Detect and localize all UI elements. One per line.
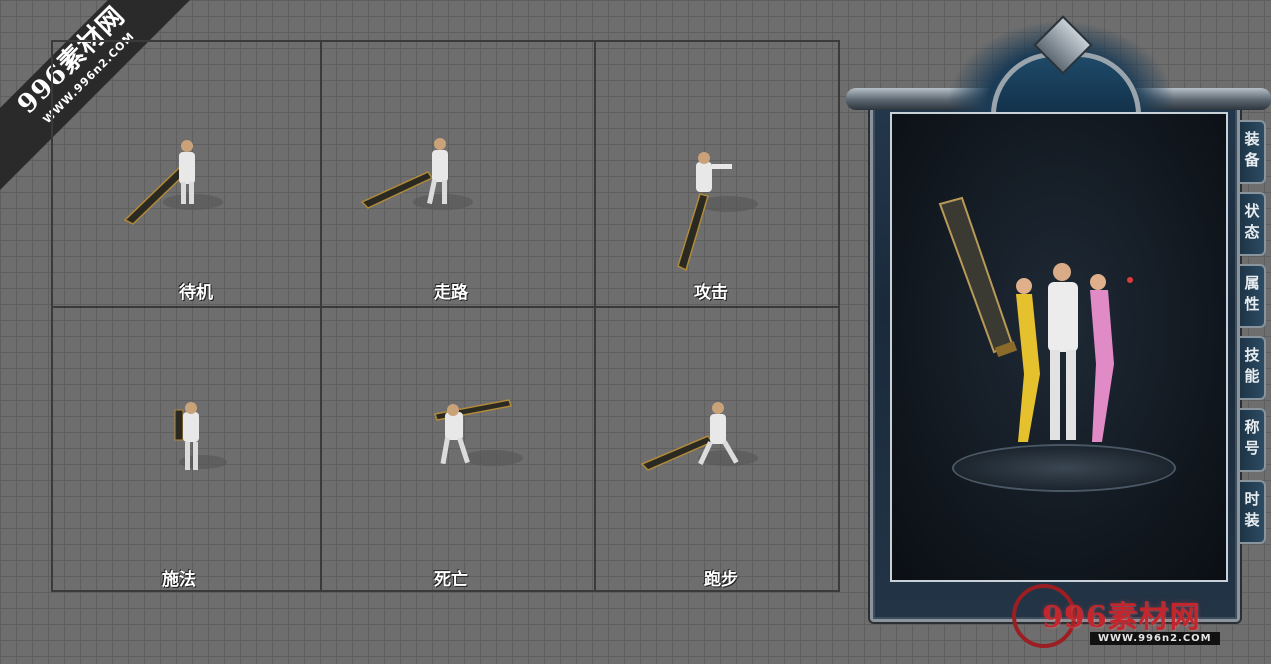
grid-divider (320, 42, 322, 590)
cell-label: 走路 (434, 283, 468, 303)
cell-label: 死亡 (434, 570, 468, 590)
grid-divider (594, 42, 596, 590)
attack-sprite (677, 152, 758, 272)
run-sprite (640, 402, 758, 471)
idle-sprite (123, 140, 223, 225)
tab-fashion[interactable]: 时装 (1240, 480, 1266, 544)
cell-label: 施法 (162, 570, 196, 590)
character-model (938, 196, 1133, 442)
watermark-logo: 996素材网 WWW.996n2.COM (1012, 584, 1220, 664)
cell-label: 攻击 (694, 283, 728, 303)
character-viewport: 996素材网 WWW.996n2.COM (890, 112, 1228, 648)
tab-skills[interactable]: 技能 (1240, 336, 1266, 400)
death-sprite (434, 399, 523, 466)
tab-titles[interactable]: 称号 (1240, 408, 1266, 472)
logo-text: 996素材网 (1042, 600, 1201, 635)
logo-url: WWW.996n2.COM (1090, 632, 1220, 645)
character-panel: 996素材网 WWW.996n2.COM 装备 状态 属性 技能 称号 时装 (846, 15, 1271, 648)
cast-sprite (174, 402, 227, 470)
cell-label: 待机 (179, 283, 213, 303)
walk-sprite (360, 138, 473, 210)
cell-label: 跑步 (704, 570, 738, 590)
grid-divider (53, 306, 838, 308)
tab-attributes[interactable]: 属性 (1240, 264, 1266, 328)
tab-equipment[interactable]: 装备 (1240, 120, 1266, 184)
tab-status[interactable]: 状态 (1240, 192, 1266, 256)
animation-grid: 待机 走路 攻击 施法 死亡 跑步 (51, 40, 840, 592)
